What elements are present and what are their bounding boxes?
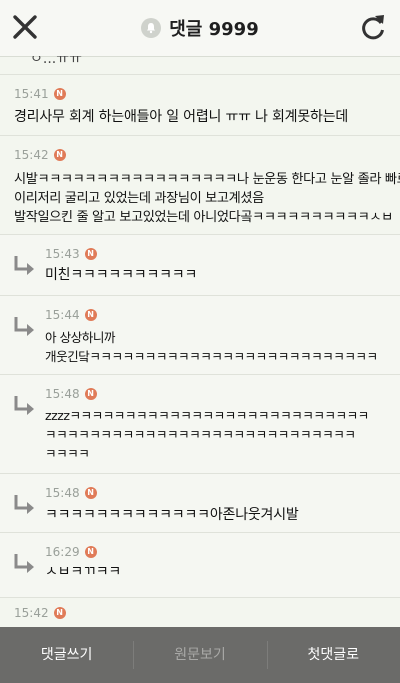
reply-item[interactable]: 16:29 N ㅅㅂㅋㄲㅋㅋ	[0, 533, 400, 598]
comment-time: 15:42	[14, 148, 49, 162]
reply-arrow-icon	[14, 317, 34, 336]
write-comment-button[interactable]: 댓글쓰기	[0, 627, 133, 683]
refresh-icon[interactable]	[358, 11, 388, 43]
comment-time: 15:43	[45, 247, 80, 261]
comment-text: 아 상상하니까 개웃긴닼ㅋㅋㅋㅋㅋㅋㅋㅋㅋㅋㅋㅋㅋㅋㅋㅋㅋㅋㅋㅋㅋㅋㅋㅋㅋㅋ	[45, 330, 378, 364]
bell-icon[interactable]	[141, 18, 162, 38]
comment-text: ㅅㅂㅋㄲㅋㅋ	[45, 564, 122, 580]
view-original-button[interactable]: 원문보기	[133, 627, 266, 683]
reply-arrow-icon	[14, 396, 34, 415]
reply-arrow-icon	[14, 554, 34, 573]
comment-time: 15:48	[45, 387, 80, 401]
comment-time: 16:29	[45, 545, 80, 559]
comment-time: 15:42	[14, 606, 49, 620]
new-badge: N	[53, 607, 66, 619]
comment-text: zzzzㅋㅋㅋㅋㅋㅋㅋㅋㅋㅋㅋㅋㅋㅋㅋㅋㅋㅋㅋㅋㅋㅋㅋㅋㅋㅋㅋ ㅋㅋㅋㅋㅋㅋㅋㅋ…	[45, 408, 369, 461]
comment-text: 경리사무 회계 하는애들아 일 어렵니 ㅠㅠ 나 회계못하는데	[14, 109, 349, 125]
comment-item[interactable]: 15:41 N 경리사무 회계 하는애들아 일 어렵니 ㅠㅠ 나 회계못하는데	[0, 75, 400, 136]
reply-arrow-icon	[14, 495, 34, 514]
first-comment-button[interactable]: 첫댓글로	[266, 627, 400, 683]
partial-comment: ㅇ...ㅠㅠ	[0, 56, 400, 75]
comment-item[interactable]: 15:42 N 시발ㅋㅋㅋㅋㅋㅋㅋㅋㅋㅋㅋㅋㅋㅋㅋㅋㅋ나 눈운동 한다고 눈알 …	[0, 136, 400, 235]
comment-meta: 15:42 N	[14, 148, 66, 162]
close-icon[interactable]	[10, 12, 40, 42]
comment-text: 미친ㅋㅋㅋㅋㅋㅋㅋㅋㅋㅋ	[45, 267, 198, 283]
comment-time: 15:44	[45, 308, 80, 322]
partial-comment-text: ㅇ...ㅠㅠ	[30, 56, 82, 67]
page-title: 댓글 9999	[169, 19, 259, 40]
new-badge: N	[84, 309, 97, 321]
new-badge: N	[53, 88, 66, 100]
new-badge: N	[84, 546, 97, 558]
comment-meta: 16:29 N	[45, 545, 97, 559]
comment-meta: 15:44 N	[45, 308, 97, 322]
new-badge: N	[84, 388, 97, 400]
title-group: 댓글 9999	[141, 15, 259, 41]
reply-item[interactable]: 15:44 N 아 상상하니까 개웃긴닼ㅋㅋㅋㅋㅋㅋㅋㅋㅋㅋㅋㅋㅋㅋㅋㅋㅋㅋㅋㅋ…	[0, 296, 400, 375]
comment-meta: 15:43 N	[45, 247, 97, 261]
new-badge: N	[84, 248, 97, 260]
new-badge: N	[53, 149, 66, 161]
comment-meta: 15:48 N	[45, 387, 97, 401]
reply-item[interactable]: 15:48 N ㅋㅋㅋㅋㅋㅋㅋㅋㅋㅋㅋㅋㅋ아존나웃겨시발	[0, 474, 400, 533]
comment-text: ㅋㅋㅋㅋㅋㅋㅋㅋㅋㅋㅋㅋㅋ아존나웃겨시발	[45, 507, 299, 523]
top-bar: 댓글 9999	[0, 0, 400, 57]
reply-item[interactable]: 15:43 N 미친ㅋㅋㅋㅋㅋㅋㅋㅋㅋㅋ	[0, 235, 400, 296]
reply-item[interactable]: 15:48 N zzzzㅋㅋㅋㅋㅋㅋㅋㅋㅋㅋㅋㅋㅋㅋㅋㅋㅋㅋㅋㅋㅋㅋㅋㅋㅋㅋㅋ …	[0, 375, 400, 474]
comment-text: 시발ㅋㅋㅋㅋㅋㅋㅋㅋㅋㅋㅋㅋㅋㅋㅋㅋㅋ나 눈운동 한다고 눈알 졸라 빠르게 이…	[14, 172, 400, 225]
reply-arrow-icon	[14, 256, 34, 275]
comment-list[interactable]: ㅇ...ㅠㅠ 15:41 N 경리사무 회계 하는애들아 일 어렵니 ㅠㅠ 나 …	[0, 56, 400, 627]
comment-meta: 15:41 N	[14, 87, 66, 101]
comment-time: 15:48	[45, 486, 80, 500]
comment-item[interactable]: 15:42 N	[0, 598, 400, 627]
comment-meta: 15:42 N	[14, 606, 66, 620]
comment-meta: 15:48 N	[45, 486, 97, 500]
comment-time: 15:41	[14, 87, 49, 101]
bottom-bar: 댓글쓰기 원문보기 첫댓글로	[0, 627, 400, 683]
new-badge: N	[84, 487, 97, 499]
